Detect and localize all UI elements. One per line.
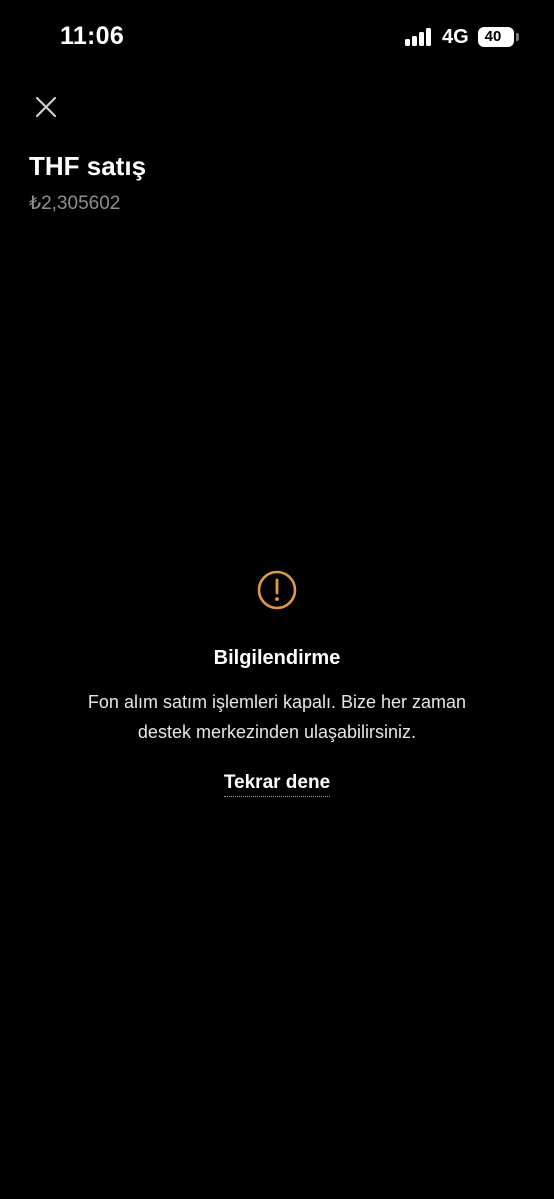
status-bar: 11:06 4G 40 bbox=[0, 0, 554, 74]
close-button[interactable] bbox=[28, 89, 64, 125]
battery-tip bbox=[516, 33, 519, 41]
network-type: 4G bbox=[442, 26, 469, 48]
screen: 11:06 4G 40 THF satış ₺2,305602 Bilgilen… bbox=[0, 0, 554, 1199]
status-time: 11:06 bbox=[60, 22, 125, 50]
page-title: THF satış bbox=[29, 151, 147, 181]
fund-price: ₺2,305602 bbox=[29, 193, 121, 214]
battery-icon: 40 bbox=[478, 27, 514, 47]
info-message: Fon alım satım işlemleri kapalı. Bize he… bbox=[87, 692, 467, 742]
signal-icon bbox=[405, 27, 433, 46]
warning-icon bbox=[257, 570, 297, 610]
retry-button[interactable]: Tekrar dene bbox=[223, 772, 331, 797]
info-title: Bilgilendirme bbox=[213, 647, 341, 669]
close-icon bbox=[35, 96, 57, 118]
info-block: Bilgilendirme Fon alım satım işlemleri k… bbox=[0, 569, 554, 797]
battery-level: 40 bbox=[484, 28, 502, 45]
